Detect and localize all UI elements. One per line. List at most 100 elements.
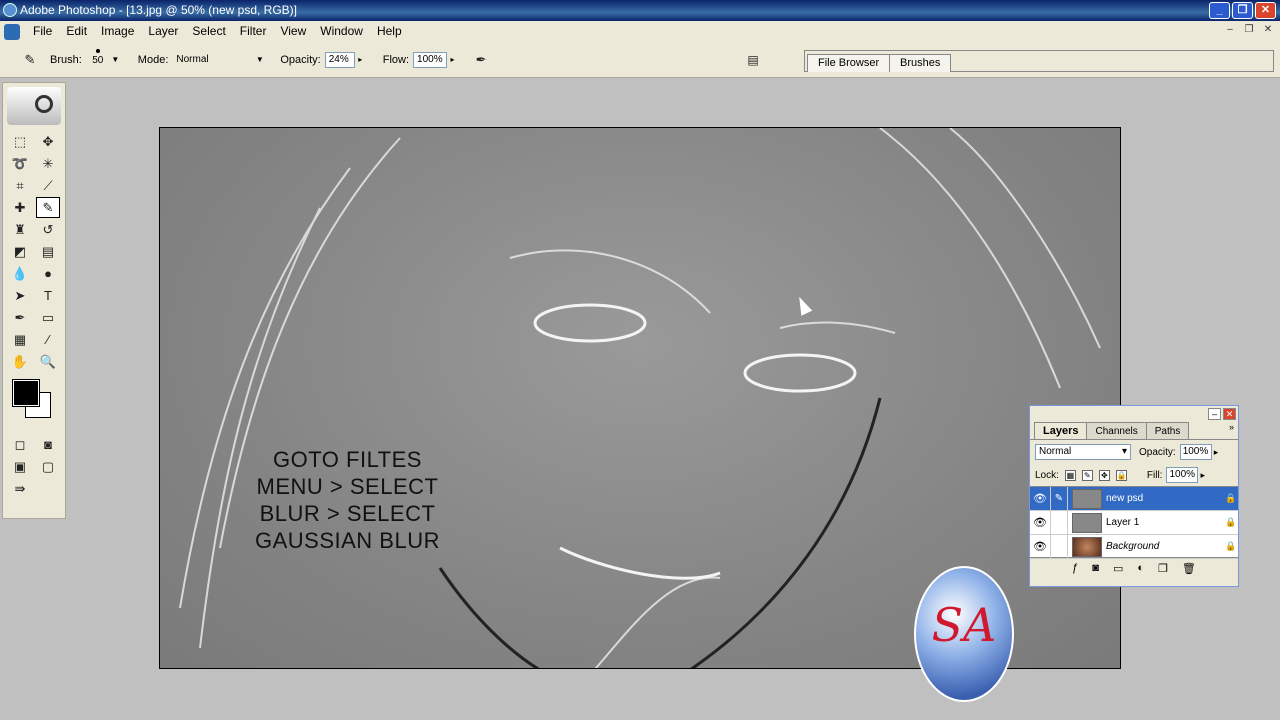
trash-icon[interactable]: 🗑 <box>1182 562 1196 575</box>
menu-window[interactable]: Window <box>313 21 370 42</box>
opacity-input[interactable]: 24% <box>324 51 355 68</box>
menu-edit[interactable]: Edit <box>59 21 94 42</box>
type-tool-icon[interactable]: T <box>36 285 60 306</box>
mode-select[interactable]: Normal <box>172 51 255 68</box>
eyedropper-tool-icon[interactable]: ⁄ <box>36 329 60 350</box>
brush-tool-icon[interactable]: ✎ <box>36 197 60 218</box>
tab-paths[interactable]: Paths <box>1145 422 1190 439</box>
standard-mode-icon[interactable]: ◻ <box>8 434 32 455</box>
brush-tool-preset-icon[interactable]: ✎ <box>18 49 42 70</box>
gradient-tool-icon[interactable]: ▤ <box>36 241 60 262</box>
layer-link-cell[interactable] <box>1050 510 1068 535</box>
minimize-button[interactable]: _ <box>1209 2 1230 19</box>
slice-tool-icon[interactable]: ⟋ <box>36 175 60 196</box>
add-mask-icon[interactable]: ◙ <box>1092 562 1099 575</box>
opacity-slider-icon[interactable]: ▸ <box>356 52 365 68</box>
flow-input[interactable]: 100% <box>413 51 448 68</box>
visibility-eye-icon[interactable]: 👁 <box>1030 516 1050 529</box>
brush-picker[interactable]: 50 <box>86 46 110 74</box>
layer-opacity-input[interactable]: 100% <box>1179 444 1212 460</box>
hand-tool-icon[interactable]: ✋ <box>8 351 32 372</box>
layer-link-cell[interactable] <box>1050 534 1068 559</box>
restore-button[interactable]: ❐ <box>1232 2 1253 19</box>
tab-file-browser[interactable]: File Browser <box>807 54 891 72</box>
tab-brushes[interactable]: Brushes <box>889 54 952 72</box>
palette-close-button[interactable]: ✕ <box>1223 408 1236 420</box>
lock-transparency-icon[interactable]: ▦ <box>1064 469 1076 481</box>
layer-opacity-label: Opacity: <box>1139 446 1176 458</box>
palette-well: File Browser Brushes <box>804 50 1274 72</box>
layer-style-icon[interactable]: ƒ <box>1072 562 1078 575</box>
menu-view[interactable]: View <box>273 21 313 42</box>
lock-label: Lock: <box>1035 469 1059 481</box>
magic-wand-tool-icon[interactable]: ✳ <box>36 153 60 174</box>
path-selection-tool-icon[interactable]: ➤ <box>8 285 32 306</box>
layer-row-new-psd[interactable]: 👁 ✎ new psd 🔒 <box>1030 486 1238 511</box>
screen-mode-icon[interactable]: ▣ <box>8 456 32 477</box>
document-icon[interactable] <box>4 23 20 40</box>
toolbox: ⬚ ✥ ➰ ✳ ⌗ ⟋ ✚ ✎ ♜ ↺ ◩ ▤ 💧 ● ➤ T ✒ ▭ ▦ ⁄ … <box>2 82 66 519</box>
notes-tool-icon[interactable]: ▦ <box>8 329 32 350</box>
brush-dropdown-icon[interactable]: ▼ <box>111 52 120 68</box>
fill-slider-icon[interactable]: ▸ <box>1200 470 1205 481</box>
palette-minimize-button[interactable]: – <box>1208 408 1221 420</box>
close-button[interactable]: ✕ <box>1255 2 1276 19</box>
menu-layer[interactable]: Layer <box>141 21 185 42</box>
lock-all-icon[interactable]: 🔒 <box>1115 469 1127 481</box>
layer-row-layer-1[interactable]: 👁 Layer 1 🔒 <box>1030 510 1238 535</box>
clone-stamp-tool-icon[interactable]: ♜ <box>8 219 32 240</box>
window-title: Adobe Photoshop - [13.jpg @ 50% (new psd… <box>20 3 298 17</box>
visibility-eye-icon[interactable]: 👁 <box>1030 492 1050 505</box>
eraser-tool-icon[interactable]: ◩ <box>8 241 32 262</box>
opacity-slider-icon[interactable]: ▸ <box>1214 447 1219 458</box>
doc-minimize-button[interactable]: – <box>1222 23 1238 38</box>
mode-label: Mode: <box>137 53 169 66</box>
fill-input[interactable]: 100% <box>1166 467 1199 483</box>
menu-filter[interactable]: Filter <box>233 21 274 42</box>
watermark-logo: SA <box>914 566 1014 702</box>
marquee-tool-icon[interactable]: ⬚ <box>8 131 32 152</box>
lock-image-icon[interactable]: ✎ <box>1081 469 1093 481</box>
menu-select[interactable]: Select <box>185 21 232 42</box>
instruction-line: GAUSSIAN BLUR <box>255 528 440 553</box>
doc-restore-button[interactable]: ❐ <box>1241 23 1257 38</box>
flow-slider-icon[interactable]: ▸ <box>448 52 457 68</box>
toolbox-header[interactable] <box>7 87 61 125</box>
lasso-tool-icon[interactable]: ➰ <box>8 153 32 174</box>
crop-tool-icon[interactable]: ⌗ <box>8 175 32 196</box>
airbrush-icon[interactable]: ✒ <box>469 49 493 70</box>
layer-row-background[interactable]: 👁 Background 🔒 <box>1030 534 1238 559</box>
shape-tool-icon[interactable]: ▭ <box>36 307 60 328</box>
adjustment-layer-icon[interactable]: ◐ <box>1137 562 1144 575</box>
blur-tool-icon[interactable]: 💧 <box>8 263 32 284</box>
layers-palette-titlebar[interactable]: – ✕ <box>1030 406 1238 422</box>
layer-brush-icon[interactable]: ✎ <box>1050 486 1068 511</box>
new-layer-icon[interactable]: ❐ <box>1158 562 1168 575</box>
foreground-color-swatch[interactable] <box>12 379 40 407</box>
palette-menu-icon[interactable]: ▤ <box>741 49 765 70</box>
tab-layers[interactable]: Layers <box>1034 422 1088 439</box>
flow-label: Flow: <box>382 53 410 66</box>
full-screen-mode-icon[interactable]: ▢ <box>36 456 60 477</box>
zoom-tool-icon[interactable]: 🔍 <box>36 351 60 372</box>
pen-tool-icon[interactable]: ✒ <box>8 307 32 328</box>
doc-close-button[interactable]: ✕ <box>1260 23 1276 38</box>
dodge-tool-icon[interactable]: ● <box>36 263 60 284</box>
layer-thumbnail <box>1072 488 1102 509</box>
visibility-eye-icon[interactable]: 👁 <box>1030 540 1050 553</box>
blend-mode-select[interactable]: Normal <box>1035 444 1131 460</box>
jump-to-imageready-icon[interactable]: ⇛ <box>8 478 32 499</box>
new-group-icon[interactable]: ▭ <box>1113 562 1123 575</box>
history-brush-tool-icon[interactable]: ↺ <box>36 219 60 240</box>
eye-logo-icon <box>35 95 53 113</box>
palette-menu-arrow-icon[interactable]: » <box>1229 422 1238 439</box>
menu-help[interactable]: Help <box>370 21 409 42</box>
quick-mask-mode-icon[interactable]: ◙ <box>36 434 60 455</box>
lock-position-icon[interactable]: ✥ <box>1098 469 1110 481</box>
menu-file[interactable]: File <box>26 21 59 42</box>
tab-channels[interactable]: Channels <box>1086 422 1147 439</box>
menu-image[interactable]: Image <box>94 21 141 42</box>
mode-dropdown-icon[interactable]: ▼ <box>255 52 264 68</box>
move-tool-icon[interactable]: ✥ <box>36 131 60 152</box>
healing-brush-tool-icon[interactable]: ✚ <box>8 197 32 218</box>
